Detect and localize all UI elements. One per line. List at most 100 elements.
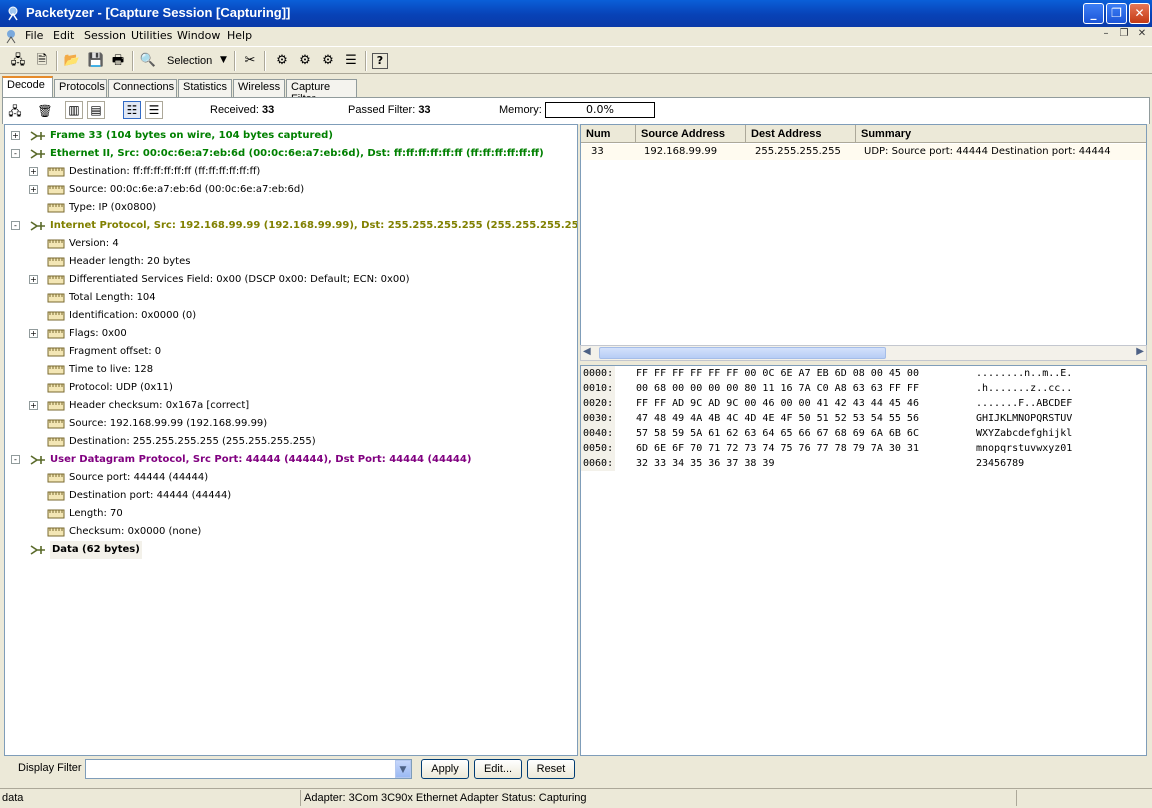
split-vertical-icon[interactable]: ▥ [65, 101, 83, 119]
hex-bytes[interactable]: 57 58 59 5A 61 62 63 64 65 66 67 68 69 6… [636, 426, 919, 441]
tree-node[interactable]: + Header checksum: 0x167a [correct] [5, 397, 575, 415]
expand-icon[interactable]: + [29, 275, 38, 284]
tools-icon[interactable]: ✂ [240, 51, 260, 71]
tree-node[interactable]: Identification: 0x0000 (0) [5, 307, 575, 325]
tree-node[interactable]: - Ethernet II, Src: 00:0c:6e:a7:eb:6d (00… [5, 145, 575, 163]
hex-ascii[interactable]: GHIJKLMNOPQRSTUV [976, 411, 1072, 426]
collapse-icon[interactable]: - [11, 221, 20, 230]
hex-bytes[interactable]: 47 48 49 4A 4B 4C 4D 4E 4F 50 51 52 53 5… [636, 411, 919, 426]
reset-button[interactable]: Reset [527, 759, 575, 779]
color-rules-icon[interactable]: ☰ [341, 51, 361, 71]
menu-file[interactable]: File [25, 29, 43, 42]
maximize-button[interactable]: ❐ [1106, 3, 1127, 24]
new-session-icon[interactable]: 🗎 [32, 51, 52, 71]
hex-ascii[interactable]: 23456789 [976, 456, 1024, 471]
hex-ascii[interactable]: ........n..m..E. [976, 366, 1072, 381]
hex-ascii[interactable]: WXYZabcdefghijkl [976, 426, 1072, 441]
collapse-icon[interactable]: - [11, 455, 20, 464]
tab-wireless[interactable]: Wireless [233, 79, 285, 97]
expand-icon[interactable]: + [29, 185, 38, 194]
start-capture-icon[interactable]: 🖧 [8, 51, 28, 71]
open-folder-icon[interactable]: 📂 [62, 51, 82, 71]
column-source-address[interactable]: Source Address [636, 125, 746, 143]
filter-dropdown-chevron-icon[interactable]: ▼ [395, 760, 411, 778]
expand-icon[interactable]: + [29, 401, 38, 410]
mdi-restore-icon[interactable]: ❐ [1116, 28, 1132, 42]
hex-ascii[interactable]: .......F..ABCDEF [976, 396, 1072, 411]
chevron-down-icon[interactable]: ▼ [220, 55, 227, 65]
menu-window[interactable]: Window [177, 29, 220, 42]
selection-dropdown[interactable]: Selection [167, 55, 212, 67]
tree-node[interactable]: + Source: 00:0c:6e:a7:eb:6d (00:0c:6e:a7:… [5, 181, 575, 199]
tree-node[interactable]: + Flags: 0x00 [5, 325, 575, 343]
tree-node[interactable]: - Internet Protocol, Src: 192.168.99.99 (… [5, 217, 577, 235]
close-button[interactable]: ✕ [1129, 3, 1150, 24]
expand-icon[interactable]: + [29, 329, 38, 338]
tree-view-icon[interactable]: ☷ [123, 101, 141, 119]
filter-icon-1[interactable]: ⚙ [272, 51, 292, 71]
menu-utilities[interactable]: Utilities [131, 29, 172, 42]
tab-capture-filter[interactable]: Capture Filter [286, 79, 357, 105]
capture-icon[interactable]: 🖧 [5, 101, 25, 121]
find-icon[interactable]: 🔍 [138, 51, 158, 71]
tree-node[interactable]: Source: 192.168.99.99 (192.168.99.99) [5, 415, 575, 433]
column-dest-address[interactable]: Dest Address [746, 125, 856, 143]
tree-node[interactable]: + Frame 33 (104 bytes on wire, 104 bytes … [5, 127, 575, 145]
split-horizontal-icon[interactable]: ▤ [87, 101, 105, 119]
save-icon[interactable]: 💾 [86, 51, 106, 71]
title-bar[interactable]: Packetyzer - [Capture Session [Capturing… [0, 0, 1152, 27]
tree-node[interactable]: Data (62 bytes) [5, 541, 575, 559]
display-filter-input[interactable] [85, 759, 412, 779]
packet-list[interactable]: Num Source Address Dest Address Summary … [580, 124, 1147, 360]
document-icon[interactable] [4, 28, 20, 44]
tree-node[interactable]: Checksum: 0x0000 (none) [5, 523, 575, 541]
filter-icon-3[interactable]: ⚙ [318, 51, 338, 71]
tree-node[interactable]: Destination port: 44444 (44444) [5, 487, 575, 505]
print-icon[interactable]: 🖶 [108, 51, 128, 71]
tree-node[interactable]: Fragment offset: 0 [5, 343, 575, 361]
packet-list-scrollbar[interactable]: ◀ ▶ [580, 345, 1147, 361]
column-num[interactable]: Num [581, 125, 636, 143]
tree-node[interactable]: Length: 70 [5, 505, 575, 523]
tree-node[interactable]: + Destination: ff:ff:ff:ff:ff:ff (ff:ff:f… [5, 163, 575, 181]
tree-node[interactable]: Version: 4 [5, 235, 575, 253]
hex-bytes[interactable]: FF FF AD 9C AD 9C 00 46 00 00 41 42 43 4… [636, 396, 919, 411]
hex-bytes[interactable]: 00 68 00 00 00 00 80 11 16 7A C0 A8 63 6… [636, 381, 919, 396]
tab-connections[interactable]: Connections [108, 79, 177, 97]
tab-decode[interactable]: Decode [2, 76, 53, 98]
filter-icon-2[interactable]: ⚙ [295, 51, 315, 71]
help-icon[interactable]: ? [372, 53, 388, 69]
trash-icon[interactable]: 🗑 [35, 101, 55, 121]
decode-tree[interactable]: + Frame 33 (104 bytes on wire, 104 bytes … [4, 124, 578, 756]
hex-view[interactable]: 0000: FF FF FF FF FF FF 00 0C 6E A7 EB 6D… [580, 365, 1147, 756]
expand-icon[interactable]: + [11, 131, 20, 140]
mdi-minimize-icon[interactable]: – [1098, 28, 1114, 42]
tree-node[interactable]: - User Datagram Protocol, Src Port: 44444… [5, 451, 575, 469]
hex-bytes[interactable]: 6D 6E 6F 70 71 72 73 74 75 76 77 78 79 7… [636, 441, 919, 456]
scroll-thumb[interactable] [599, 347, 886, 359]
tab-protocols[interactable]: Protocols [54, 79, 107, 97]
edit-button[interactable]: Edit... [474, 759, 522, 779]
mdi-close-icon[interactable]: ✕ [1134, 28, 1150, 42]
hex-ascii[interactable]: .h.......z..cc.. [976, 381, 1072, 396]
tree-node[interactable]: Source port: 44444 (44444) [5, 469, 575, 487]
menu-session[interactable]: Session [84, 29, 126, 42]
tree-node[interactable]: + Differentiated Services Field: 0x00 (DS… [5, 271, 575, 289]
list-view-icon[interactable]: ☰ [145, 101, 163, 119]
menu-help[interactable]: Help [227, 29, 252, 42]
tree-node[interactable]: Destination: 255.255.255.255 (255.255.25… [5, 433, 575, 451]
scroll-left-icon[interactable]: ◀ [583, 346, 591, 357]
tree-node[interactable]: Protocol: UDP (0x11) [5, 379, 575, 397]
hex-bytes[interactable]: FF FF FF FF FF FF 00 0C 6E A7 EB 6D 08 0… [636, 366, 919, 381]
tree-node[interactable]: Type: IP (0x0800) [5, 199, 575, 217]
collapse-icon[interactable]: - [11, 149, 20, 158]
column-summary[interactable]: Summary [856, 125, 1146, 143]
tree-node[interactable]: Header length: 20 bytes [5, 253, 575, 271]
scroll-right-icon[interactable]: ▶ [1136, 346, 1144, 357]
menu-edit[interactable]: Edit [53, 29, 74, 42]
tab-statistics[interactable]: Statistics [178, 79, 232, 97]
tree-node[interactable]: Time to live: 128 [5, 361, 575, 379]
table-row[interactable]: 33 192.168.99.99 255.255.255.255 UDP: So… [581, 144, 1146, 160]
hex-bytes[interactable]: 32 33 34 35 36 37 38 39 [636, 456, 774, 471]
minimize-button[interactable]: _ [1083, 3, 1104, 24]
